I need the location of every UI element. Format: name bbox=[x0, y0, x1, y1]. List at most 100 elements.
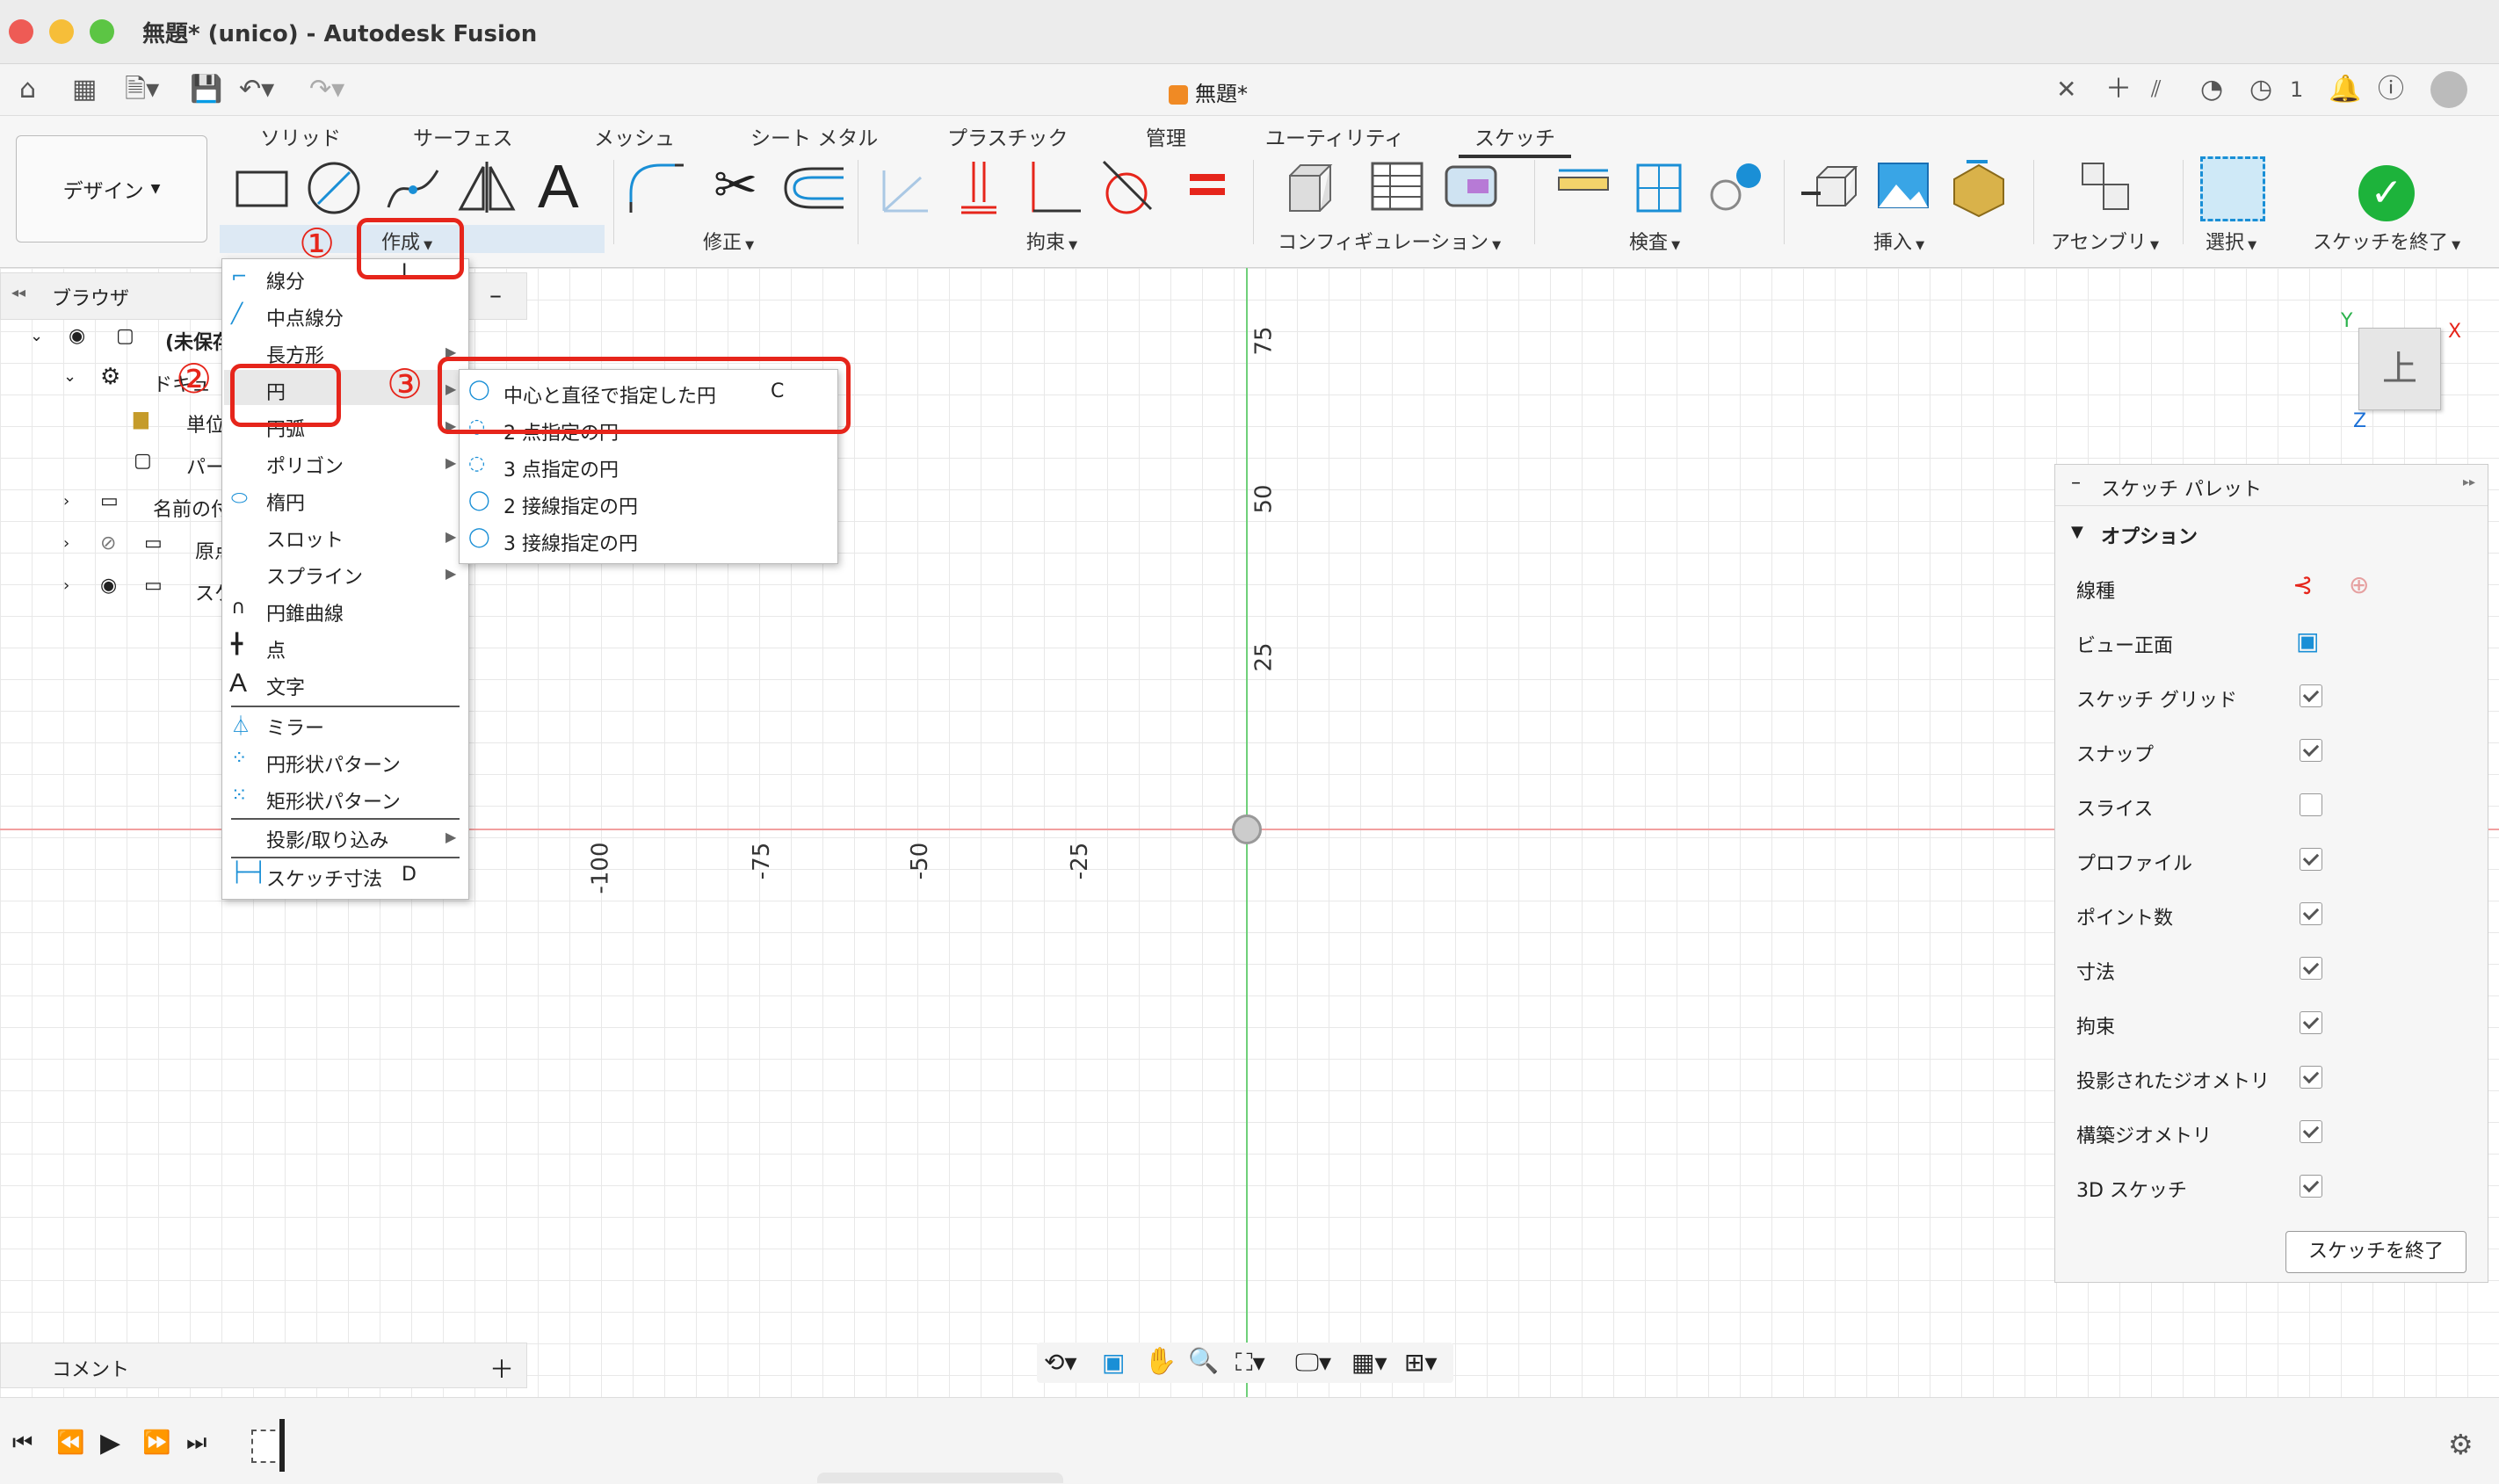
sketch-grid-checkbox[interactable] bbox=[2300, 684, 2322, 707]
display-component-colors-icon[interactable] bbox=[1705, 158, 1766, 216]
finish-sketch-dropdown[interactable]: スケッチを終了 ▼ bbox=[2313, 227, 2460, 255]
palette-collapse-icon[interactable]: – bbox=[2071, 472, 2081, 494]
menu-item-rectangular-pattern[interactable]: 矩形状パターン bbox=[266, 786, 401, 814]
eye-hidden-icon[interactable]: ⊘ bbox=[100, 532, 116, 554]
insert-derive-icon[interactable] bbox=[1798, 158, 1859, 216]
snap-checkbox[interactable] bbox=[2300, 739, 2322, 762]
display-settings-icon[interactable]: 🖵▾ bbox=[1295, 1348, 1331, 1378]
fillet-icon[interactable] bbox=[626, 158, 687, 216]
configure-box-icon[interactable] bbox=[1285, 158, 1346, 220]
workspace-switcher[interactable]: デザイン ▼ bbox=[16, 135, 207, 243]
projected-geometry-checkbox[interactable] bbox=[2300, 1066, 2322, 1089]
menu-item-slot[interactable]: スロット bbox=[266, 525, 344, 553]
equal-constraint-icon[interactable] bbox=[1186, 158, 1230, 216]
expand-chevron-icon[interactable]: › bbox=[63, 492, 69, 510]
points-checkbox[interactable] bbox=[2300, 902, 2322, 925]
view-cube[interactable]: 上 bbox=[2358, 328, 2441, 410]
viewports-icon[interactable]: ⊞▾ bbox=[1404, 1348, 1438, 1377]
pan-hand-icon[interactable]: ✋ bbox=[1144, 1346, 1177, 1377]
notifications-bell-icon[interactable]: 🔔 bbox=[2329, 75, 2361, 105]
new-tab-icon[interactable]: ＋ bbox=[2105, 75, 2132, 105]
section-collapse-icon[interactable]: ▼ bbox=[2071, 523, 2083, 541]
select-dropdown[interactable]: 選択 ▼ bbox=[2206, 227, 2256, 255]
palette-expand-icon[interactable]: ▸▸ bbox=[2463, 475, 2475, 489]
menu-item-two-tangent-circle[interactable]: 2 接線指定の円 bbox=[503, 491, 638, 519]
tab-manage[interactable]: 管理 bbox=[1146, 121, 1186, 151]
look-at-icon[interactable]: ▣ bbox=[1102, 1348, 1125, 1377]
help-icon[interactable]: ⓘ bbox=[2378, 75, 2404, 105]
tab-surface[interactable]: サーフェス bbox=[413, 121, 513, 151]
assemble-dropdown[interactable]: アセンブリ ▼ bbox=[2051, 227, 2159, 255]
job-status-icon[interactable]: ◷ bbox=[2249, 75, 2272, 105]
constraints-checkbox[interactable] bbox=[2300, 1011, 2322, 1034]
zoom-window-button[interactable] bbox=[90, 19, 114, 44]
perpendicular-constraint-icon[interactable] bbox=[1025, 158, 1086, 216]
measure-icon[interactable] bbox=[1555, 158, 1612, 211]
coincident-constraint-icon[interactable] bbox=[875, 158, 937, 216]
step-back-icon[interactable]: ⏪ bbox=[56, 1430, 84, 1456]
offset-icon[interactable] bbox=[777, 158, 847, 216]
step-forward-icon[interactable]: ⏩ bbox=[142, 1430, 170, 1456]
construction-geometry-checkbox[interactable] bbox=[2300, 1120, 2322, 1143]
menu-item-text[interactable]: 文字 bbox=[266, 672, 305, 700]
go-to-end-icon[interactable]: ⏭ bbox=[186, 1430, 206, 1457]
origin-point[interactable] bbox=[1232, 814, 1262, 844]
spline-icon[interactable] bbox=[383, 158, 445, 216]
menu-item-mirror[interactable]: ミラー bbox=[266, 713, 324, 741]
look-at-icon[interactable]: ▣ bbox=[2296, 626, 2319, 655]
browser-minimize-icon[interactable]: – bbox=[489, 280, 502, 309]
menu-item-three-point-circle[interactable]: 3 点指定の円 bbox=[503, 454, 619, 482]
insert-canvas-image-icon[interactable] bbox=[1875, 158, 1931, 214]
menu-item-line[interactable]: 線分 bbox=[266, 266, 305, 294]
timeline-marker[interactable] bbox=[279, 1419, 285, 1472]
menu-item-spline[interactable]: スプライン bbox=[266, 561, 363, 590]
data-panel-grid-icon[interactable]: ▦ bbox=[72, 75, 97, 105]
menu-item-conic-curve[interactable]: 円錐曲線 bbox=[266, 598, 344, 626]
configure-table-icon[interactable] bbox=[1367, 158, 1429, 220]
timeline-settings-gear-icon[interactable]: ⚙ bbox=[2448, 1428, 2474, 1461]
finish-sketch-check-icon[interactable]: ✓ bbox=[2358, 165, 2415, 221]
text-icon[interactable]: A bbox=[538, 151, 579, 221]
grid-settings-icon[interactable]: ▦▾ bbox=[1351, 1348, 1387, 1377]
menu-item-three-tangent-circle[interactable]: 3 接線指定の円 bbox=[503, 528, 638, 556]
construction-linetype-icon[interactable]: ⊰ bbox=[2293, 570, 2313, 599]
configure-dropdown[interactable]: コンフィギュレーション ▼ bbox=[1278, 227, 1501, 255]
close-tab-icon[interactable]: ✕ bbox=[2056, 75, 2076, 105]
online-status-icon[interactable]: ◔ bbox=[2200, 75, 2223, 105]
menu-item-project-include[interactable]: 投影/取り込み bbox=[266, 825, 388, 853]
tab-plastic[interactable]: プラスチック bbox=[947, 121, 1068, 151]
tab-utilities[interactable]: ユーティリティ bbox=[1265, 121, 1404, 151]
collapse-panel-icon[interactable]: ◂◂ bbox=[11, 284, 25, 300]
close-window-button[interactable] bbox=[9, 19, 33, 44]
menu-item-ellipse[interactable]: 楕円 bbox=[266, 488, 305, 516]
add-comment-icon[interactable]: ＋ bbox=[489, 1350, 514, 1386]
document-tab[interactable]: 無題* bbox=[1169, 76, 1248, 107]
select-tool-icon[interactable] bbox=[2200, 156, 2265, 221]
slice-checkbox[interactable] bbox=[2300, 793, 2322, 816]
play-icon[interactable]: ▶ bbox=[100, 1428, 120, 1459]
dimensions-checkbox[interactable] bbox=[2300, 957, 2322, 980]
insert-dropdown[interactable]: 挿入 ▼ bbox=[1873, 227, 1924, 255]
zoom-icon[interactable]: 🔍 bbox=[1188, 1346, 1219, 1375]
browser-row-part[interactable]: パー bbox=[186, 452, 225, 480]
eye-icon[interactable]: ◉ bbox=[100, 575, 117, 597]
menu-item-circular-pattern[interactable]: 円形状パターン bbox=[266, 749, 401, 778]
tab-solid[interactable]: ソリッド bbox=[260, 121, 341, 151]
browser-row-named-views[interactable]: 名前の付 bbox=[153, 494, 230, 522]
menu-item-sketch-dimension[interactable]: スケッチ寸法 bbox=[266, 864, 382, 892]
menu-item-midpoint-line[interactable]: 中点線分 bbox=[266, 303, 344, 331]
go-to-start-icon[interactable]: ⏮ bbox=[12, 1430, 33, 1457]
inspect-dropdown[interactable]: 検査 ▼ bbox=[1629, 227, 1680, 255]
interference-icon[interactable] bbox=[1631, 158, 1687, 216]
configure-rules-icon[interactable] bbox=[1441, 158, 1503, 220]
minimize-window-button[interactable] bbox=[49, 19, 74, 44]
eye-icon[interactable]: ◉ bbox=[69, 325, 85, 347]
save-icon[interactable]: 💾 bbox=[190, 75, 222, 105]
mirror-icon[interactable] bbox=[457, 158, 518, 216]
file-menu-icon[interactable]: 🗎▾ bbox=[125, 75, 159, 105]
bottom-handle[interactable] bbox=[817, 1473, 1063, 1483]
redo-icon[interactable]: ↷▾ bbox=[309, 75, 344, 105]
undo-icon[interactable]: ↶▾ bbox=[239, 75, 274, 105]
tab-sketch[interactable]: スケッチ bbox=[1459, 121, 1571, 158]
tangent-constraint-icon[interactable] bbox=[1097, 158, 1158, 216]
